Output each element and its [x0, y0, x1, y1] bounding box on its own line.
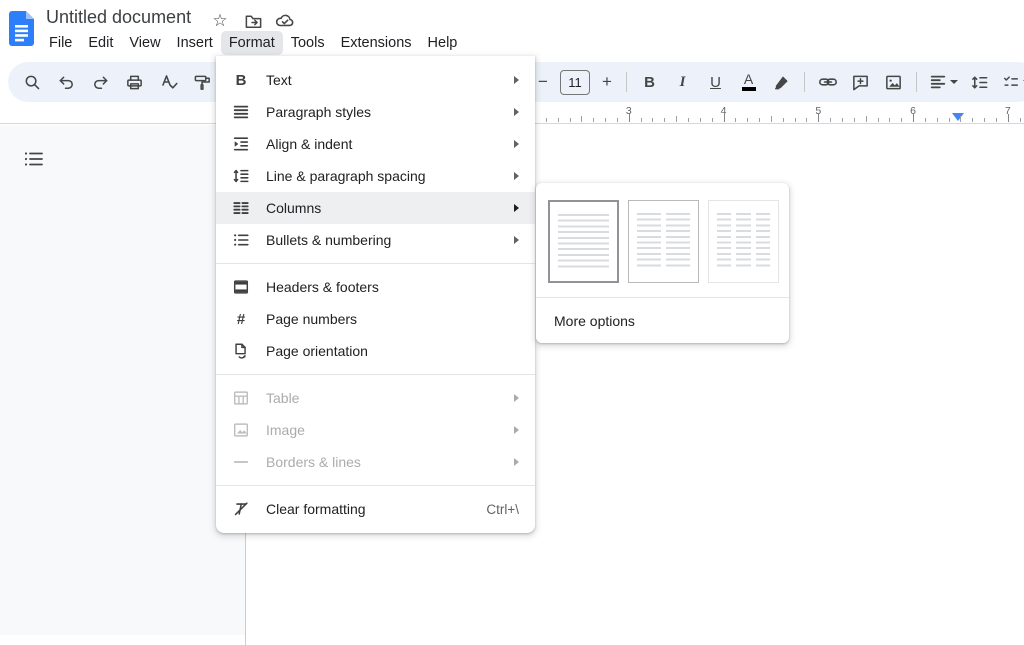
- menu-item-page-numbers[interactable]: # Page numbers: [216, 303, 535, 335]
- line-spacing-icon[interactable]: [967, 69, 992, 95]
- font-size-input[interactable]: 11: [560, 70, 590, 95]
- bullets-numbering-icon: [231, 231, 251, 249]
- headers-footers-icon: [231, 278, 251, 296]
- document-outline-icon[interactable]: [20, 147, 48, 171]
- paint-format-icon[interactable]: [190, 69, 215, 95]
- menu-item-align-indent[interactable]: Align & indent: [216, 128, 535, 160]
- menu-insert[interactable]: Insert: [169, 31, 221, 55]
- search-icon[interactable]: [20, 69, 45, 95]
- image-icon: [231, 421, 251, 439]
- toolbar-separator: [804, 72, 805, 92]
- borders-lines-icon: [231, 453, 251, 471]
- decrease-font-size-button[interactable]: −: [534, 69, 552, 95]
- shortcut-label: Ctrl+\: [486, 502, 519, 517]
- increase-font-size-button[interactable]: +: [598, 69, 616, 95]
- app-header: Untitled document ☆ File Edit View Inser…: [0, 0, 1024, 56]
- menu-view[interactable]: View: [121, 31, 168, 55]
- submenu-arrow-icon: [514, 108, 519, 116]
- cloud-saved-icon[interactable]: [275, 11, 295, 31]
- ruler-number: 5: [815, 105, 821, 117]
- table-icon: [231, 389, 251, 407]
- menu-file[interactable]: File: [41, 31, 80, 55]
- bold-text-icon: B: [231, 71, 251, 89]
- spellcheck-icon[interactable]: [156, 69, 181, 95]
- menu-item-columns[interactable]: Columns: [216, 192, 535, 224]
- menu-item-headers-footers[interactable]: Headers & footers: [216, 271, 535, 303]
- paragraph-styles-icon: [231, 103, 251, 121]
- undo-icon[interactable]: [54, 69, 79, 95]
- ruler-number: 3: [626, 105, 632, 117]
- page-numbers-icon: #: [231, 310, 251, 328]
- menu-format[interactable]: Format: [221, 31, 283, 55]
- menu-edit[interactable]: Edit: [80, 31, 121, 55]
- menu-item-paragraph-styles[interactable]: Paragraph styles: [216, 96, 535, 128]
- submenu-arrow-icon: [514, 140, 519, 148]
- menu-item-text[interactable]: B Text: [216, 64, 535, 96]
- chevron-down-icon: [950, 80, 958, 84]
- menu-item-table[interactable]: Table: [216, 382, 535, 414]
- submenu-arrow-icon: [514, 76, 519, 84]
- checklist-icon[interactable]: [1000, 69, 1024, 95]
- submenu-arrow-icon: [514, 426, 519, 434]
- star-icon[interactable]: ☆: [210, 11, 230, 31]
- menu-tools[interactable]: Tools: [283, 31, 333, 55]
- ruler-number: 6: [910, 105, 916, 117]
- three-columns-option[interactable]: [708, 200, 779, 283]
- ruler-number: 4: [721, 105, 727, 117]
- line-paragraph-spacing-icon: [231, 167, 251, 185]
- print-icon[interactable]: [122, 69, 147, 95]
- align-left-icon[interactable]: [927, 69, 959, 95]
- redo-icon[interactable]: [88, 69, 113, 95]
- menu-divider: [216, 485, 535, 486]
- columns-submenu: More options: [536, 183, 789, 343]
- submenu-arrow-icon: [514, 458, 519, 466]
- menubar: File Edit View Insert Format Tools Exten…: [41, 31, 465, 55]
- submenu-arrow-icon: [514, 394, 519, 402]
- add-comment-icon[interactable]: [848, 69, 873, 95]
- italic-button[interactable]: I: [670, 69, 695, 95]
- menu-item-borders-lines[interactable]: Borders & lines: [216, 446, 535, 478]
- menu-divider: [216, 263, 535, 264]
- toolbar-separator: [626, 72, 627, 92]
- menu-item-bullets-numbering[interactable]: Bullets & numbering: [216, 224, 535, 256]
- menu-extensions[interactable]: Extensions: [333, 31, 420, 55]
- menu-item-image[interactable]: Image: [216, 414, 535, 446]
- ruler-number: 7: [1005, 105, 1011, 117]
- text-color-button[interactable]: A: [736, 69, 761, 95]
- two-columns-option[interactable]: [628, 200, 699, 283]
- menu-help[interactable]: Help: [420, 31, 466, 55]
- insert-link-icon[interactable]: [815, 69, 840, 95]
- bold-button[interactable]: B: [637, 69, 662, 95]
- document-title[interactable]: Untitled document: [46, 7, 191, 28]
- page-orientation-icon: [231, 342, 251, 360]
- submenu-arrow-icon: [514, 172, 519, 180]
- menu-item-line-paragraph-spacing[interactable]: Line & paragraph spacing: [216, 160, 535, 192]
- format-menu: B Text Paragraph styles Align & indent L…: [216, 56, 535, 533]
- menu-item-clear-formatting[interactable]: Clear formatting Ctrl+\: [216, 493, 535, 525]
- one-column-option[interactable]: [548, 200, 619, 283]
- more-options-item[interactable]: More options: [536, 297, 789, 343]
- underline-button[interactable]: U: [703, 69, 728, 95]
- columns-icon: [231, 199, 251, 217]
- insert-image-icon[interactable]: [881, 69, 906, 95]
- right-indent-marker[interactable]: [952, 113, 964, 121]
- clear-formatting-icon: [231, 500, 251, 518]
- menu-item-page-orientation[interactable]: Page orientation: [216, 335, 535, 367]
- submenu-arrow-icon: [514, 204, 519, 212]
- menu-divider: [216, 374, 535, 375]
- toolbar-separator: [916, 72, 917, 92]
- google-docs-logo-icon[interactable]: [8, 11, 35, 46]
- align-indent-icon: [231, 135, 251, 153]
- submenu-arrow-icon: [514, 236, 519, 244]
- move-to-folder-icon[interactable]: [243, 11, 263, 31]
- highlight-color-icon[interactable]: [769, 69, 794, 95]
